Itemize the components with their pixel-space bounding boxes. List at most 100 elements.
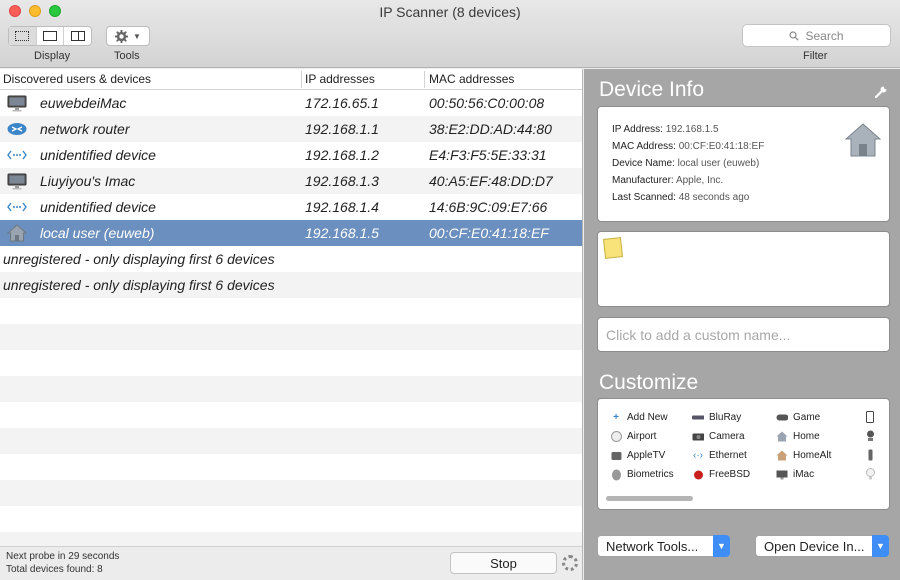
gear-icon [115,29,129,43]
display-label: Display [34,50,71,62]
column-header-mac[interactable]: MAC addresses [429,72,514,86]
customize-label: Add New [627,412,668,423]
gamepad-icon [776,413,788,423]
empty-row [0,402,582,428]
tools-label: Tools [114,50,140,62]
customize-heading: Customize [599,371,699,394]
plus-icon: + [613,412,619,423]
icon-grid: + Add New Airport AppleTV Biometrics BluR… [598,399,889,489]
display-single-button[interactable] [37,27,65,45]
empty-row [0,298,582,324]
customize-label: Camera [709,431,745,442]
customize-item-imac[interactable]: iMac [776,469,814,480]
chevron-down-icon: ▼ [872,535,889,557]
empty-row [0,506,582,532]
notes-card[interactable] [597,231,890,307]
horizontal-scrollbar[interactable] [606,496,693,501]
table-row[interactable]: network router 192.168.1.1 38:E2:DD:AD:4… [0,116,582,142]
customize-item-homealt[interactable]: HomeAlt [776,450,831,461]
customize-label: FreeBSD [709,469,751,480]
imac-icon [6,172,28,190]
side-panel: Device Info IP Address: 192.168.1.5 MAC … [584,69,900,580]
empty-row [0,376,582,402]
list-item: unregistered - only displaying first 6 d… [0,246,582,272]
chevron-down-icon: ▼ [133,31,141,41]
table-row[interactable]: unidentified device 192.168.1.4 14:6B:9C… [0,194,582,220]
customize-item-webcam[interactable] [864,430,876,441]
customize-item-camera[interactable]: Camera [692,431,745,442]
customize-item-lightbulb[interactable] [864,468,876,480]
search-field[interactable]: Search [742,24,891,47]
customize-label: Airport [627,431,657,442]
customize-label: HomeAlt [793,450,832,461]
column-divider [301,71,302,88]
stop-button[interactable]: Stop [450,552,557,574]
customize-item-bluray[interactable]: BluRay [692,412,741,423]
customize-item-biometrics[interactable]: Biometrics [610,469,674,480]
selection-icon [15,31,30,41]
customize-item-freebsd[interactable]: FreeBSD [692,469,750,480]
appletv-icon [610,451,622,461]
toolbar: IP Scanner (8 devices) Display ▼ Tools S… [0,0,900,68]
spinner-icon [562,555,578,571]
device-name: network router [40,121,130,137]
next-probe-text: Next probe in 29 seconds [6,551,120,562]
device-name: local user (euweb) [40,225,155,241]
customize-item-appletv[interactable]: AppleTV [610,450,665,461]
wrench-icon[interactable] [874,83,890,99]
device-ip: 192.168.1.5 [305,225,379,241]
imac-icon [6,94,28,112]
info-label: MAC Address: [612,141,676,152]
device-ip: 192.168.1.1 [305,121,379,137]
column-header-ip[interactable]: IP addresses [305,72,375,86]
network-tools-popup[interactable]: Network Tools... ▼ [597,535,730,557]
table-row-selected[interactable]: local user (euweb) 192.168.1.5 00:CF:E0:… [0,220,582,246]
display-split-button[interactable] [64,27,91,45]
info-device-name: Device Name: local user (euweb) [612,158,759,169]
table-row[interactable]: unidentified device 192.168.1.2 E4:F3:F5… [0,142,582,168]
table-row[interactable]: euwebdeiMac 172.16.65.1 00:50:56:C0:00:0… [0,90,582,116]
display-mode-segmented-control [8,26,92,46]
table-row[interactable]: Liuyiyou's Imac 192.168.1.3 40:A5:EF:48:… [0,168,582,194]
custom-name-input[interactable]: Click to add a custom name... [597,317,890,352]
info-label: Manufacturer: [612,175,674,186]
home-alt-icon [776,450,788,461]
empty-row [0,324,582,350]
customize-item-game[interactable]: Game [776,412,820,423]
device-name: euwebdeiMac [40,95,127,111]
search-placeholder: Search [805,28,844,43]
device-info-card: IP Address: 192.168.1.5 MAC Address: 00:… [597,106,890,222]
airport-icon [610,431,622,442]
single-pane-icon [43,31,57,41]
ethernet-icon [6,198,28,216]
empty-row [0,454,582,480]
customize-item-ipod[interactable] [864,449,876,461]
display-selection-button[interactable] [9,27,37,45]
device-mac: 14:6B:9C:09:E7:66 [429,199,548,215]
device-ip: 192.168.1.2 [305,147,379,163]
open-device-in-popup[interactable]: Open Device In... ▼ [755,535,889,557]
device-mac: 38:E2:DD:AD:44:80 [429,121,552,137]
info-mac: MAC Address: 00:CF:E0:41:18:EF [612,141,764,152]
status-bar: Next probe in 29 seconds Total devices f… [0,546,582,580]
imac-icon [776,470,788,480]
customize-item-ethernet[interactable]: ‹·› Ethernet [692,450,747,461]
info-manufacturer: Manufacturer: Apple, Inc. [612,175,723,186]
tools-menu-button[interactable]: ▼ [106,26,150,46]
total-devices-text: Total devices found: 8 [6,564,103,575]
column-header-devices[interactable]: Discovered users & devices [3,72,151,86]
customize-item-add-new[interactable]: + Add New [610,412,668,423]
info-last-scanned: Last Scanned: 48 seconds ago [612,192,749,203]
customize-item-airport[interactable]: Airport [610,431,656,442]
device-ip: 172.16.65.1 [305,95,379,111]
lightbulb-icon [864,468,876,480]
search-icon [789,30,800,41]
filter-label: Filter [803,50,828,62]
ethernet-icon: ‹·› [693,450,703,461]
table-body: euwebdeiMac 172.16.65.1 00:50:56:C0:00:0… [0,90,582,558]
chevron-down-icon: ▼ [713,535,730,557]
info-label: IP Address: [612,124,663,135]
sticky-note-icon [603,237,623,259]
customize-item-iphone[interactable] [864,411,876,423]
customize-item-home[interactable]: Home [776,431,820,442]
